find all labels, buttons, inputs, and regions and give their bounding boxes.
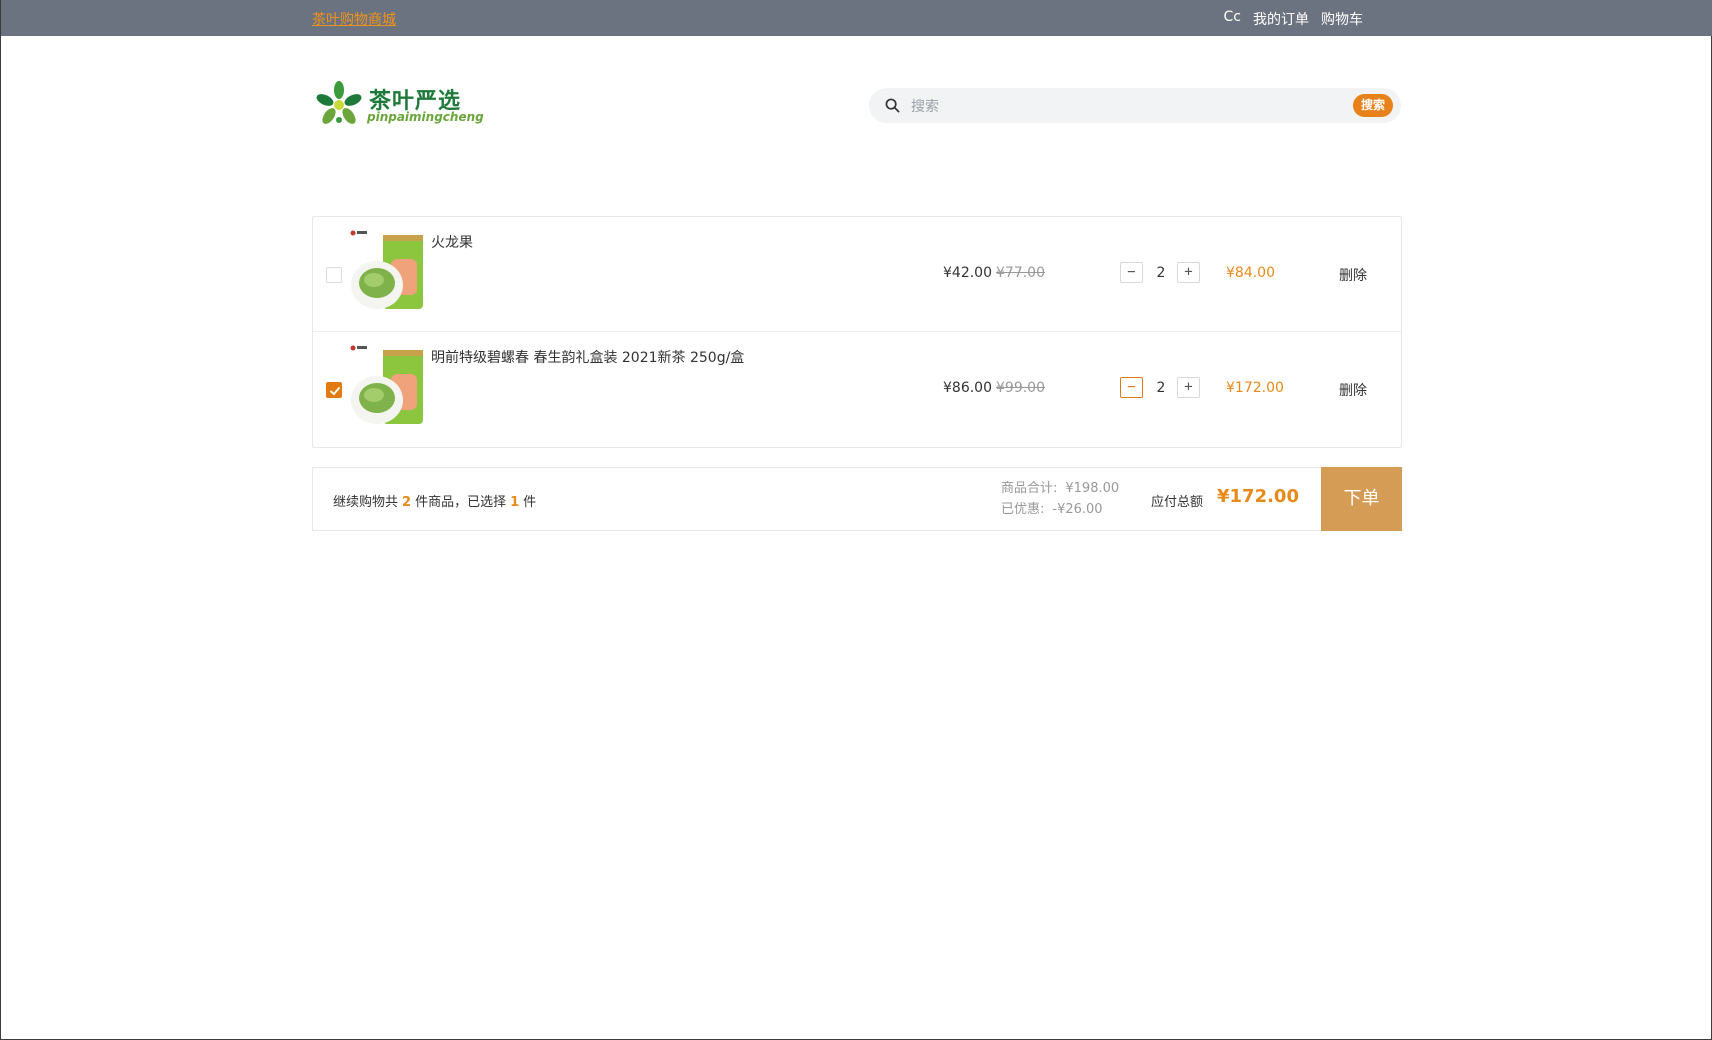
discount-value: -¥26.00 — [1052, 502, 1103, 517]
item-subtotal: ¥172.00 — [1226, 380, 1284, 396]
cart-item-row: 火龙果 ¥42.00 ¥77.00 − 2 + ¥84.00 删除 — [313, 217, 1401, 332]
original-price: ¥99.00 — [996, 380, 1045, 396]
cart-link[interactable]: 购物车 — [1321, 9, 1363, 29]
unit-price: ¥42.00 — [943, 265, 992, 281]
quantity-value: 2 — [1156, 380, 1166, 396]
checkmark-icon — [330, 387, 340, 395]
place-order-button[interactable]: 下单 — [1321, 467, 1402, 531]
selection-summary: 继续购物共 2 件商品，已选择 1 件 — [333, 491, 536, 510]
increase-quantity-button[interactable]: + — [1177, 377, 1200, 398]
tea-product-thumbnail[interactable] — [347, 344, 433, 430]
product-name[interactable]: 明前特级碧螺春 春生韵礼盒装 2021新茶 250g/盒 — [431, 347, 744, 367]
decrease-quantity-button[interactable]: − — [1120, 377, 1143, 398]
user-nav: Cc 我的订单 购物车 — [1224, 9, 1363, 29]
top-bar: 茶叶购物商城 Cc 我的订单 购物车 — [1, 0, 1712, 36]
decrease-quantity-button[interactable]: − — [1120, 262, 1143, 283]
goods-total-label: 商品合计: — [1001, 481, 1058, 496]
increase-quantity-button[interactable]: + — [1177, 262, 1200, 283]
original-price: ¥77.00 — [996, 265, 1045, 281]
delete-item-button[interactable]: 删除 — [1339, 265, 1367, 285]
site-logo[interactable]: 茶叶严选 pinpaimingcheng — [313, 80, 484, 130]
search-input[interactable] — [909, 94, 1309, 117]
tea-leaf-logo-icon — [316, 81, 362, 124]
item-checkbox[interactable] — [326, 267, 342, 283]
page-frame: 茶叶购物商城 Cc 我的订单 购物车 茶叶严选 pinpaimingcheng … — [0, 0, 1712, 1040]
cart-summary-bar: 继续购物共 2 件商品，已选择 1 件 商品合计: ¥198.00 已优惠: -¥26.00… — [312, 467, 1402, 531]
my-orders-link[interactable]: 我的订单 — [1253, 9, 1309, 29]
summary-prefix: 继续购物共 — [333, 495, 399, 510]
tea-product-thumbnail[interactable] — [347, 229, 433, 315]
delete-item-button[interactable]: 删除 — [1339, 380, 1367, 400]
product-name[interactable]: 火龙果 — [431, 232, 473, 252]
summary-suffix: 件 — [523, 495, 537, 510]
search-icon — [885, 98, 900, 113]
discount-label: 已优惠: — [1001, 502, 1045, 517]
payable-total-value: ¥172.00 — [1217, 486, 1299, 507]
item-checkbox[interactable] — [326, 382, 342, 398]
logo-subtitle: pinpaimingcheng — [367, 110, 484, 124]
search-bar: 搜索 — [869, 88, 1401, 123]
payable-total-label: 应付总额 — [1151, 495, 1204, 510]
goods-total-value: ¥198.00 — [1065, 481, 1120, 496]
total-item-count: 2 — [402, 495, 412, 510]
summary-middle: 件商品，已选择 — [415, 495, 507, 510]
item-subtotal: ¥84.00 — [1226, 265, 1275, 281]
unit-price: ¥86.00 — [943, 380, 992, 396]
quantity-value: 2 — [1156, 265, 1166, 281]
selected-item-count: 1 — [510, 495, 520, 510]
site-home-link[interactable]: 茶叶购物商城 — [312, 9, 396, 29]
price-breakdown: 商品合计: ¥198.00 已优惠: -¥26.00 — [1001, 478, 1119, 520]
cart-item-list: 火龙果 ¥42.00 ¥77.00 − 2 + ¥84.00 删除 明前特级碧螺… — [312, 216, 1402, 448]
cart-item-row: 明前特级碧螺春 春生韵礼盒装 2021新茶 250g/盒 ¥86.00 ¥99.… — [313, 332, 1401, 447]
user-name-link[interactable]: Cc — [1224, 9, 1241, 29]
search-button[interactable]: 搜索 — [1353, 94, 1393, 117]
